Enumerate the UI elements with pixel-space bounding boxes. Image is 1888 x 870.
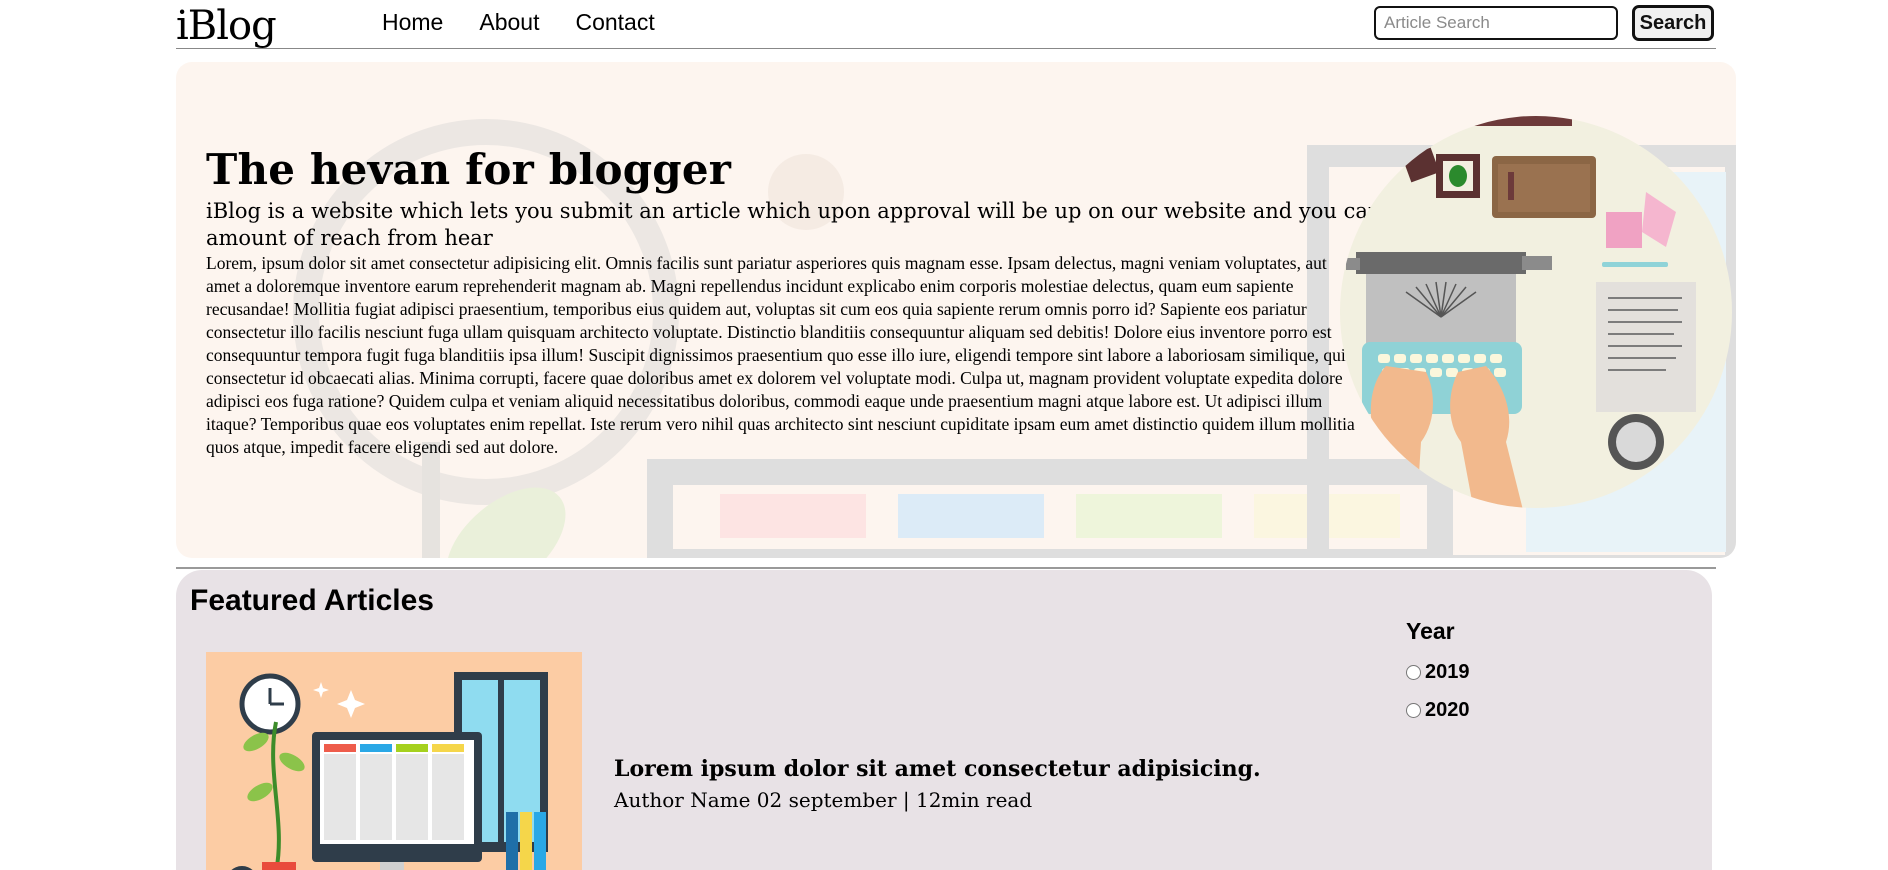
featured-articles-section: Featured Articles Lorem ipsum dolor sit …	[176, 570, 1712, 870]
article-meta: Author Name 02 september | 12min read	[614, 788, 1033, 812]
nav-links: Home About Contact	[382, 8, 655, 36]
site-logo[interactable]: iBlog	[176, 2, 277, 50]
navbar: iBlog Home About Contact Search	[176, 0, 1716, 49]
search-input[interactable]	[1374, 6, 1618, 40]
nav-link-home[interactable]: Home	[382, 8, 443, 36]
hero-text-block: The hevan for blogger iBlog is a website…	[206, 146, 1502, 459]
article-thumbnail[interactable]	[206, 652, 582, 870]
year-option-2020[interactable]: 2020	[1406, 691, 1470, 729]
search-button[interactable]: Search	[1632, 5, 1714, 41]
year-filter-title: Year	[1406, 618, 1455, 644]
nav-link-about[interactable]: About	[479, 8, 539, 36]
hero-body-text: Lorem, ipsum dolor sit amet consectetur …	[206, 253, 1355, 457]
hero-subtitle: iBlog is a website which lets you submit…	[206, 199, 1501, 250]
hero-title: The hevan for blogger	[206, 145, 732, 194]
year-option-2019[interactable]: 2019	[1406, 653, 1470, 691]
nav-link-contact[interactable]: Contact	[575, 8, 654, 36]
featured-heading: Featured Articles	[190, 584, 434, 617]
year-filter: Year 2019 2020	[1406, 618, 1470, 729]
year-radio-2020[interactable]	[1406, 702, 1421, 718]
year-label-2019: 2019	[1425, 660, 1470, 683]
article-title[interactable]: Lorem ipsum dolor sit amet consectetur a…	[614, 756, 1261, 782]
year-radio-2019[interactable]	[1406, 664, 1421, 680]
typewriter-illustration	[1340, 116, 1732, 508]
year-label-2020: 2020	[1425, 698, 1470, 721]
section-divider	[176, 567, 1716, 569]
hero-section: The hevan for blogger iBlog is a website…	[176, 62, 1736, 558]
